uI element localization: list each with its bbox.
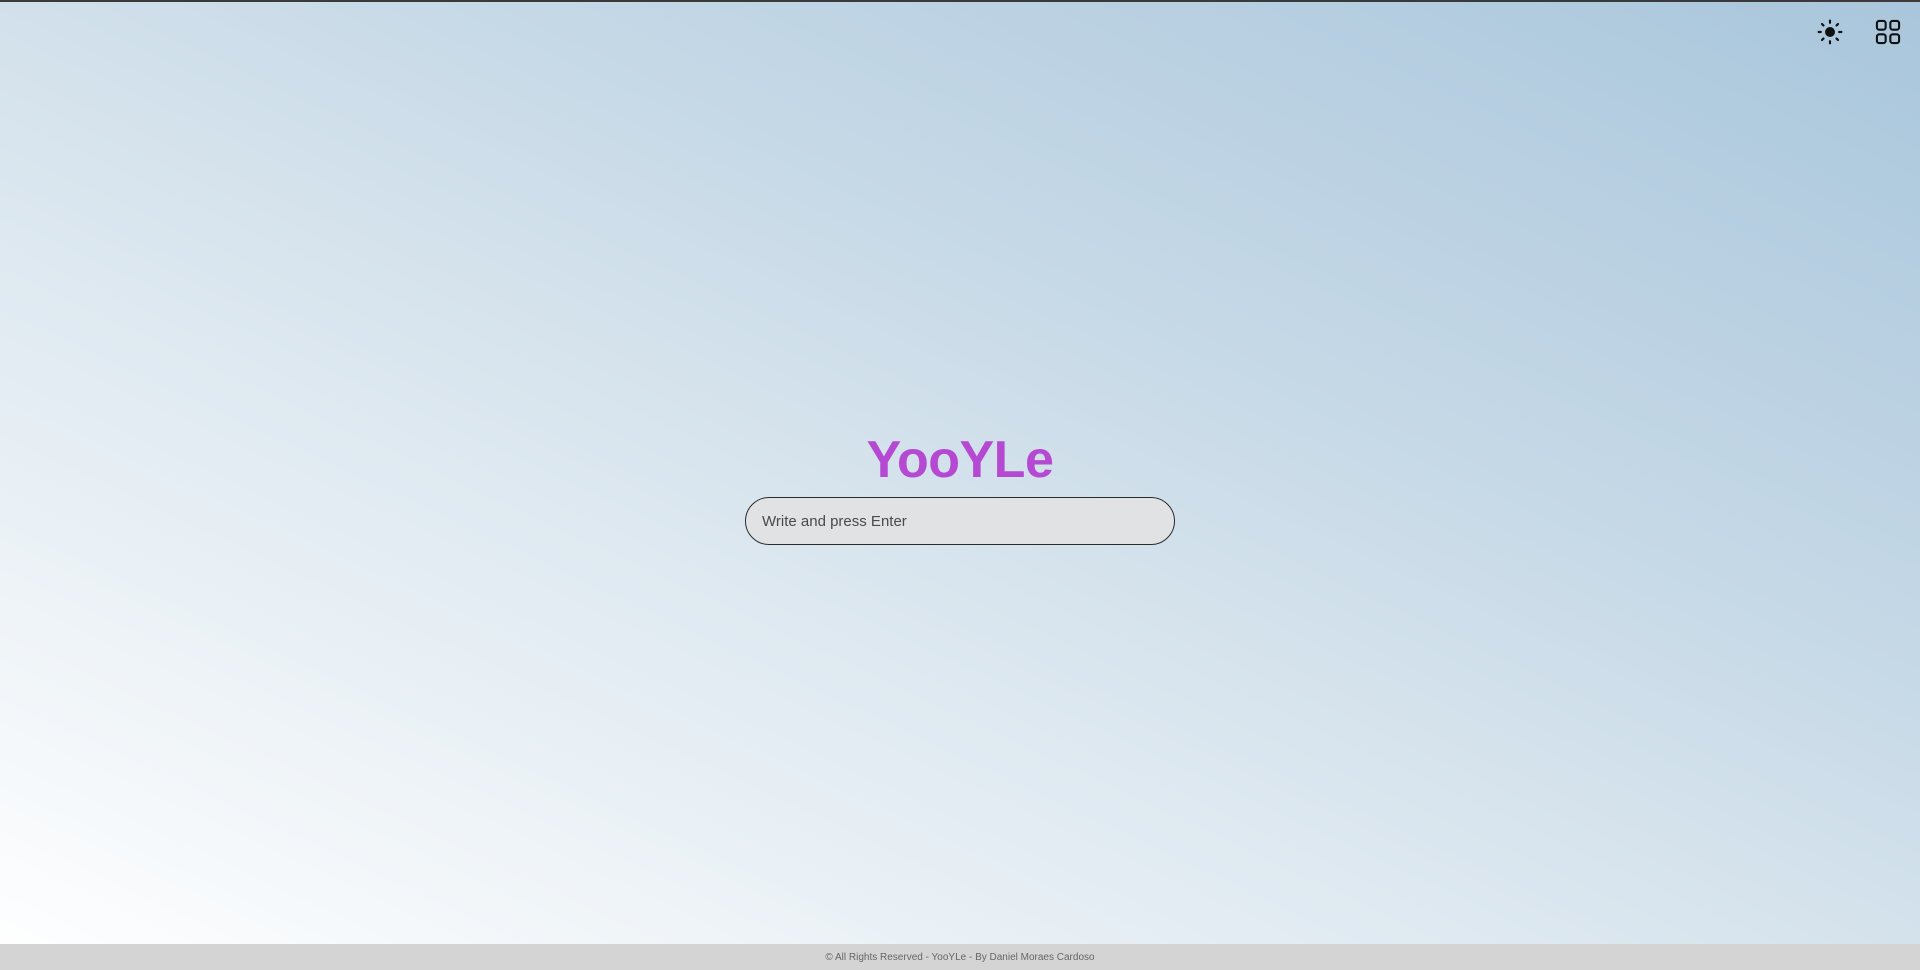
window-top-border: [0, 0, 1920, 2]
theme-toggle-button[interactable]: [1812, 14, 1848, 50]
sun-icon: [1817, 19, 1843, 45]
footer: © All Rights Reserved - YooYLe - By Dani…: [0, 944, 1920, 970]
top-bar: [1812, 14, 1906, 50]
search-input[interactable]: [745, 497, 1175, 545]
apps-menu-button[interactable]: [1870, 14, 1906, 50]
copyright-text: © All Rights Reserved - YooYLe - By Dani…: [825, 951, 1095, 963]
logo: YooYLe: [866, 431, 1054, 489]
search-section: YooYLe: [0, 425, 1920, 545]
grid-icon: [1875, 19, 1901, 45]
